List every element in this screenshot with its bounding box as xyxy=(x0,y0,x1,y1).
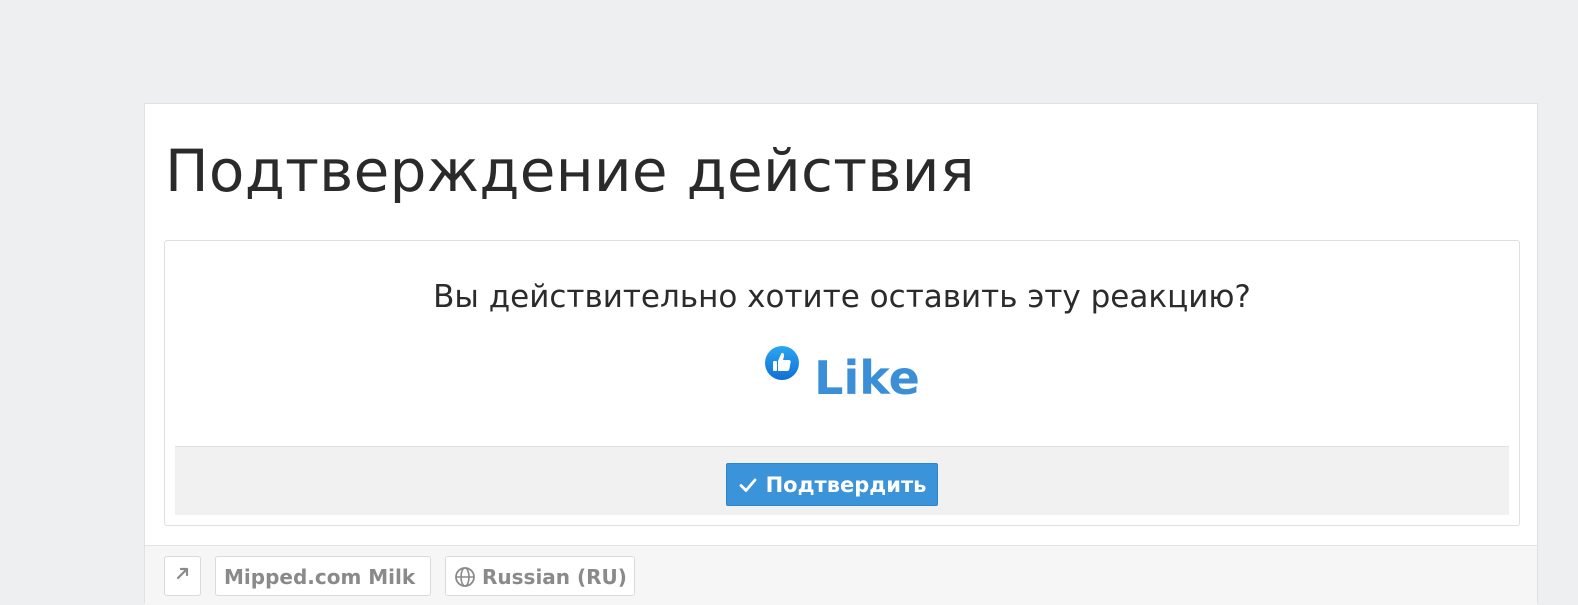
confirm-block: Вы действительно хотите оставить эту реа… xyxy=(164,240,1520,526)
language-chooser[interactable]: Russian (RU) xyxy=(445,556,635,596)
style-chooser[interactable]: Mipped.com Milk xyxy=(215,556,431,596)
reaction-label: Like xyxy=(814,351,920,405)
page-container: Подтверждение действия Вы действительно … xyxy=(144,103,1538,605)
thumbs-up-icon xyxy=(764,345,800,381)
back-to-top-button[interactable] xyxy=(164,556,201,596)
reaction-like: Like xyxy=(764,343,920,401)
form-submit-row: Подтвердить xyxy=(175,446,1509,515)
confirm-button[interactable]: Подтвердить xyxy=(726,463,938,506)
check-icon xyxy=(738,475,758,495)
page-footer: Mipped.com Milk Russian (RU) xyxy=(145,545,1537,605)
arrow-up-right-icon xyxy=(174,563,192,581)
page-title: Подтверждение действия xyxy=(165,137,975,205)
confirm-button-label: Подтвердить xyxy=(765,472,927,497)
language-chooser-label: Russian (RU) xyxy=(482,565,627,589)
globe-icon xyxy=(454,566,476,588)
reaction-preview: Like xyxy=(165,343,1519,401)
confirm-question: Вы действительно хотите оставить эту реа… xyxy=(433,279,1251,315)
